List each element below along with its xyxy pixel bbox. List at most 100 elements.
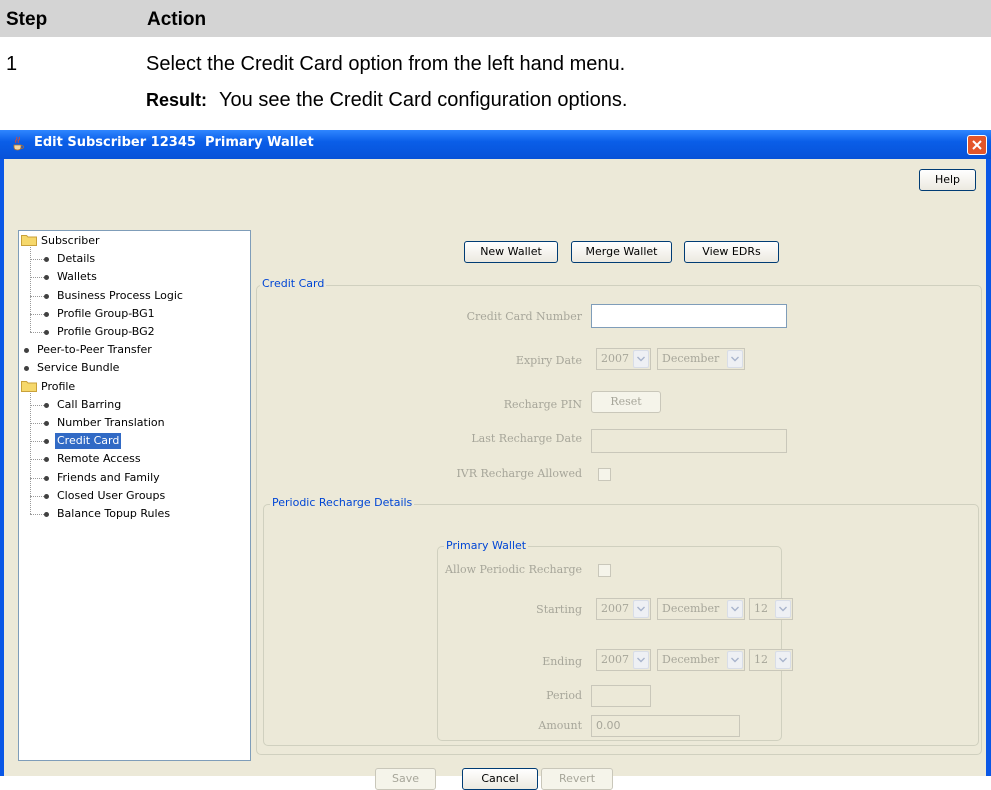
tree-item-profile[interactable]: Profile bbox=[19, 379, 249, 397]
chevron-down-icon bbox=[775, 600, 791, 618]
step-result: Result: You see the Credit Card configura… bbox=[146, 89, 627, 112]
merge-wallet-button[interactable]: Merge Wallet bbox=[571, 241, 672, 263]
close-button[interactable] bbox=[967, 135, 987, 155]
starting-month-select[interactable]: December bbox=[657, 598, 745, 620]
tree-item-label: Credit Card bbox=[55, 433, 122, 450]
help-button[interactable]: Help bbox=[919, 169, 976, 191]
tree-item-label: Business Process Logic bbox=[57, 288, 183, 302]
node-bullet-icon bbox=[24, 348, 29, 354]
credit-card-legend: Credit Card bbox=[260, 277, 327, 290]
save-button[interactable]: Save bbox=[375, 768, 436, 790]
tree-item-label: Wallets bbox=[57, 270, 97, 284]
tree-connector-line bbox=[30, 277, 44, 279]
view-edrs-button[interactable]: View EDRs bbox=[684, 241, 779, 263]
amount-field: 0.00 bbox=[591, 715, 740, 737]
ending-day-value: 12 bbox=[754, 653, 768, 666]
expiry-year-select[interactable]: 2007 bbox=[596, 348, 651, 370]
close-icon bbox=[972, 140, 982, 150]
revert-button[interactable]: Revert bbox=[541, 768, 613, 790]
period-field bbox=[591, 685, 651, 707]
tree-item-label: Closed User Groups bbox=[57, 488, 166, 502]
last-recharge-date-label: Last Recharge Date bbox=[471, 432, 582, 445]
tree-connector-line bbox=[30, 423, 44, 424]
step-table-header: Step Action bbox=[0, 0, 991, 37]
tree-item-profile-group-bg2[interactable]: Profile Group-BG2 bbox=[19, 324, 249, 342]
chevron-down-icon bbox=[633, 651, 649, 669]
tree-item-number-translation[interactable]: Number Translation bbox=[19, 415, 249, 433]
node-bullet-icon bbox=[44, 402, 49, 408]
tree-item-business-process-logic[interactable]: Business Process Logic bbox=[19, 288, 249, 306]
tree-item-closed-user-groups[interactable]: Closed User Groups bbox=[19, 488, 249, 506]
ivr-recharge-allowed-checkbox[interactable] bbox=[598, 468, 611, 481]
period-label: Period bbox=[546, 689, 582, 702]
credit-card-number-label: Credit Card Number bbox=[466, 310, 582, 323]
node-bullet-icon bbox=[44, 257, 49, 263]
ending-month-value: December bbox=[662, 653, 720, 666]
tree-item-remote-access[interactable]: Remote Access bbox=[19, 451, 249, 469]
tree-item-label: Balance Topup Rules bbox=[57, 507, 171, 520]
tree-item-call-barring[interactable]: Call Barring bbox=[19, 397, 249, 415]
node-bullet-icon bbox=[44, 330, 49, 335]
allow-periodic-recharge-label: Allow Periodic Recharge bbox=[445, 563, 582, 576]
node-bullet-icon bbox=[24, 366, 29, 372]
tree-item-service-bundle[interactable]: Service Bundle bbox=[19, 360, 249, 378]
tree-connector-line bbox=[30, 404, 44, 406]
amount-label: Amount bbox=[538, 719, 582, 732]
tree-item-balance-topup-rules[interactable]: Balance Topup Rules bbox=[19, 506, 249, 524]
tree-connector-line bbox=[30, 392, 31, 514]
tree-item-label: Details bbox=[57, 252, 96, 266]
expiry-month-select[interactable]: December bbox=[657, 348, 745, 370]
tree-item-label: Service Bundle bbox=[37, 361, 120, 375]
ending-day-select[interactable]: 12 bbox=[749, 649, 793, 671]
node-bullet-icon bbox=[44, 275, 49, 281]
expiry-year-value: 2007 bbox=[601, 352, 629, 365]
starting-label: Starting bbox=[536, 603, 582, 616]
tree-item-label: Friends and Family bbox=[57, 470, 160, 484]
edit-subscriber-window: Edit Subscriber 12345 Primary Wallet Hel… bbox=[0, 130, 991, 790]
credit-card-number-input[interactable] bbox=[591, 304, 787, 328]
chevron-down-icon bbox=[727, 651, 743, 669]
ending-year-select[interactable]: 2007 bbox=[596, 649, 651, 671]
new-wallet-button[interactable]: New Wallet bbox=[464, 241, 558, 263]
chevron-down-icon bbox=[727, 350, 743, 368]
tree-item-subscriber[interactable]: Subscriber bbox=[19, 233, 249, 251]
tree-connector-line bbox=[30, 477, 44, 479]
tree-item-wallets[interactable]: Wallets bbox=[19, 269, 249, 287]
window-titlebar[interactable]: Edit Subscriber 12345 Primary Wallet bbox=[0, 130, 991, 159]
ending-label: Ending bbox=[542, 655, 582, 668]
node-bullet-icon bbox=[44, 493, 49, 499]
allow-periodic-recharge-checkbox[interactable] bbox=[598, 564, 611, 577]
node-bullet-icon bbox=[44, 512, 49, 517]
tree-item-label: Profile Group-BG2 bbox=[57, 325, 155, 338]
ending-year-value: 2007 bbox=[601, 653, 629, 666]
tree-connector-line bbox=[30, 295, 44, 297]
tree-connector-line bbox=[30, 259, 44, 261]
starting-day-select[interactable]: 12 bbox=[749, 598, 793, 620]
starting-year-select[interactable]: 2007 bbox=[596, 598, 651, 620]
last-recharge-date-field bbox=[591, 429, 787, 453]
tree-connector-line bbox=[30, 514, 44, 515]
node-bullet-icon bbox=[44, 475, 49, 481]
ending-month-select[interactable]: December bbox=[657, 649, 745, 671]
node-bullet-icon bbox=[44, 457, 49, 463]
expiry-month-value: December bbox=[662, 352, 720, 365]
tree-item-credit-card[interactable]: Credit Card bbox=[19, 433, 249, 451]
tree-item-peer-to-peer-transfer[interactable]: Peer-to-Peer Transfer bbox=[19, 342, 249, 360]
starting-month-value: December bbox=[662, 602, 720, 615]
window-content: Help Subscriber Details Wallets Business Pr… bbox=[4, 159, 986, 790]
tree-item-profile-group-bg1[interactable]: Profile Group-BG1 bbox=[19, 306, 249, 324]
window-title: Edit Subscriber 12345 Primary Wallet bbox=[34, 135, 314, 150]
navigation-tree: Subscriber Details Wallets Business Process… bbox=[18, 230, 251, 761]
tree-item-label: Profile bbox=[41, 379, 76, 393]
node-bullet-icon bbox=[44, 439, 49, 445]
tree-item-details[interactable]: Details bbox=[19, 251, 249, 269]
result-label: Result: bbox=[146, 90, 208, 110]
reset-pin-button[interactable]: Reset bbox=[591, 391, 661, 413]
tree-item-friends-and-family[interactable]: Friends and Family bbox=[19, 470, 249, 488]
tree-connector-line bbox=[30, 441, 44, 443]
tree-item-label: Number Translation bbox=[57, 416, 165, 429]
tree-connector-line bbox=[30, 459, 44, 461]
step-instruction: Select the Credit Card option from the l… bbox=[146, 53, 626, 75]
tree-item-label: Remote Access bbox=[57, 452, 141, 466]
cancel-button[interactable]: Cancel bbox=[462, 768, 538, 790]
